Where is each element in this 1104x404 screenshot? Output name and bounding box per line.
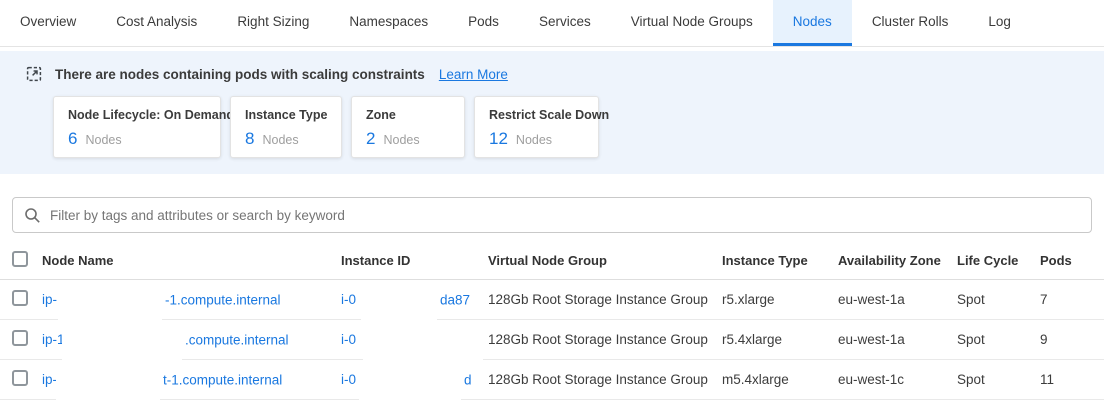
availability-zone-cell: eu-west-1a <box>838 332 957 347</box>
col-life-cycle: Life Cycle <box>957 253 1040 268</box>
tab-bar: Overview Cost Analysis Right Sizing Name… <box>0 0 1104 47</box>
instance-id-link[interactable]: d <box>464 372 472 387</box>
table-header: Node Name Instance ID Virtual Node Group… <box>0 242 1104 280</box>
tab-cost-analysis[interactable]: Cost Analysis <box>96 0 217 46</box>
node-name-link[interactable]: .compute.internal <box>185 332 289 347</box>
banner-message: There are nodes containing pods with sca… <box>55 67 425 82</box>
select-all-checkbox[interactable] <box>12 251 28 267</box>
life-cycle-cell: Spot <box>957 372 1040 387</box>
filter-search-box <box>12 197 1092 233</box>
col-instance-id: Instance ID <box>341 253 488 268</box>
virtual-node-group-cell: 128Gb Root Storage Instance Group <box>488 332 722 347</box>
scale-out-icon <box>25 65 43 83</box>
node-name-link[interactable]: t-1.compute.internal <box>163 372 282 387</box>
life-cycle-cell: Spot <box>957 332 1040 347</box>
instance-id-link[interactable]: i-0 <box>341 372 356 387</box>
row-checkbox[interactable] <box>12 330 28 346</box>
table-row: ip- -1.compute.internal i-0 da87 128Gb R… <box>0 280 1104 320</box>
card-restrict-scale-down[interactable]: Restrict Scale Down 12 Nodes <box>474 96 599 158</box>
instance-id-link[interactable]: i-0 <box>341 332 356 347</box>
instance-id-link[interactable]: da87 <box>440 292 470 307</box>
card-unit: Nodes <box>383 133 419 147</box>
col-virtual-node-group: Virtual Node Group <box>488 253 722 268</box>
col-availability-zone: Availability Zone <box>838 253 957 268</box>
instance-type-cell: r5.4xlarge <box>722 332 838 347</box>
card-node-lifecycle[interactable]: Node Lifecycle: On Demand 6 Nodes <box>53 96 221 158</box>
row-checkbox[interactable] <box>12 370 28 386</box>
node-name-link[interactable]: -1.compute.internal <box>165 292 281 307</box>
availability-zone-cell: eu-west-1c <box>838 372 957 387</box>
col-node-name: Node Name <box>42 253 341 268</box>
instance-id-link[interactable]: i-0 <box>341 292 356 307</box>
tab-nodes[interactable]: Nodes <box>773 0 852 46</box>
life-cycle-cell: Spot <box>957 292 1040 307</box>
card-unit: Nodes <box>262 133 298 147</box>
card-count: 6 <box>68 129 77 148</box>
card-count: 8 <box>245 129 254 148</box>
virtual-node-group-cell: 128Gb Root Storage Instance Group <box>488 372 722 387</box>
tab-namespaces[interactable]: Namespaces <box>329 0 448 46</box>
instance-type-cell: m5.4xlarge <box>722 372 838 387</box>
card-count: 12 <box>489 129 508 148</box>
search-input[interactable] <box>50 208 1080 223</box>
node-name-link[interactable]: ip- <box>42 372 57 387</box>
pods-cell: 9 <box>1040 332 1104 347</box>
nodes-table: Node Name Instance ID Virtual Node Group… <box>0 242 1104 400</box>
table-row: ip-1 .compute.internal i-0 128Gb Root St… <box>0 320 1104 360</box>
card-unit: Nodes <box>516 133 552 147</box>
card-count: 2 <box>366 129 375 148</box>
pods-cell: 11 <box>1040 372 1104 387</box>
tab-right-sizing[interactable]: Right Sizing <box>217 0 329 46</box>
learn-more-link[interactable]: Learn More <box>439 67 508 82</box>
tab-overview[interactable]: Overview <box>0 0 96 46</box>
constraint-cards: Node Lifecycle: On Demand 6 Nodes Instanc… <box>53 96 1104 158</box>
tab-services[interactable]: Services <box>519 0 611 46</box>
card-title: Zone <box>366 108 450 122</box>
tab-virtual-node-groups[interactable]: Virtual Node Groups <box>611 0 773 46</box>
card-unit: Nodes <box>85 133 121 147</box>
tab-cluster-rolls[interactable]: Cluster Rolls <box>852 0 969 46</box>
card-title: Node Lifecycle: On Demand <box>68 108 206 122</box>
instance-type-cell: r5.xlarge <box>722 292 838 307</box>
card-title: Restrict Scale Down <box>489 108 584 122</box>
col-instance-type: Instance Type <box>722 253 838 268</box>
card-instance-type[interactable]: Instance Type 8 Nodes <box>230 96 342 158</box>
virtual-node-group-cell: 128Gb Root Storage Instance Group <box>488 292 722 307</box>
row-checkbox[interactable] <box>12 290 28 306</box>
card-zone[interactable]: Zone 2 Nodes <box>351 96 465 158</box>
search-icon <box>24 207 41 224</box>
tab-log[interactable]: Log <box>968 0 1031 46</box>
tab-pods[interactable]: Pods <box>448 0 519 46</box>
node-name-link[interactable]: ip- <box>42 292 57 307</box>
pods-cell: 7 <box>1040 292 1104 307</box>
col-pods: Pods <box>1040 253 1104 268</box>
card-title: Instance Type <box>245 108 327 122</box>
scaling-constraints-banner: There are nodes containing pods with sca… <box>0 51 1104 174</box>
availability-zone-cell: eu-west-1a <box>838 292 957 307</box>
